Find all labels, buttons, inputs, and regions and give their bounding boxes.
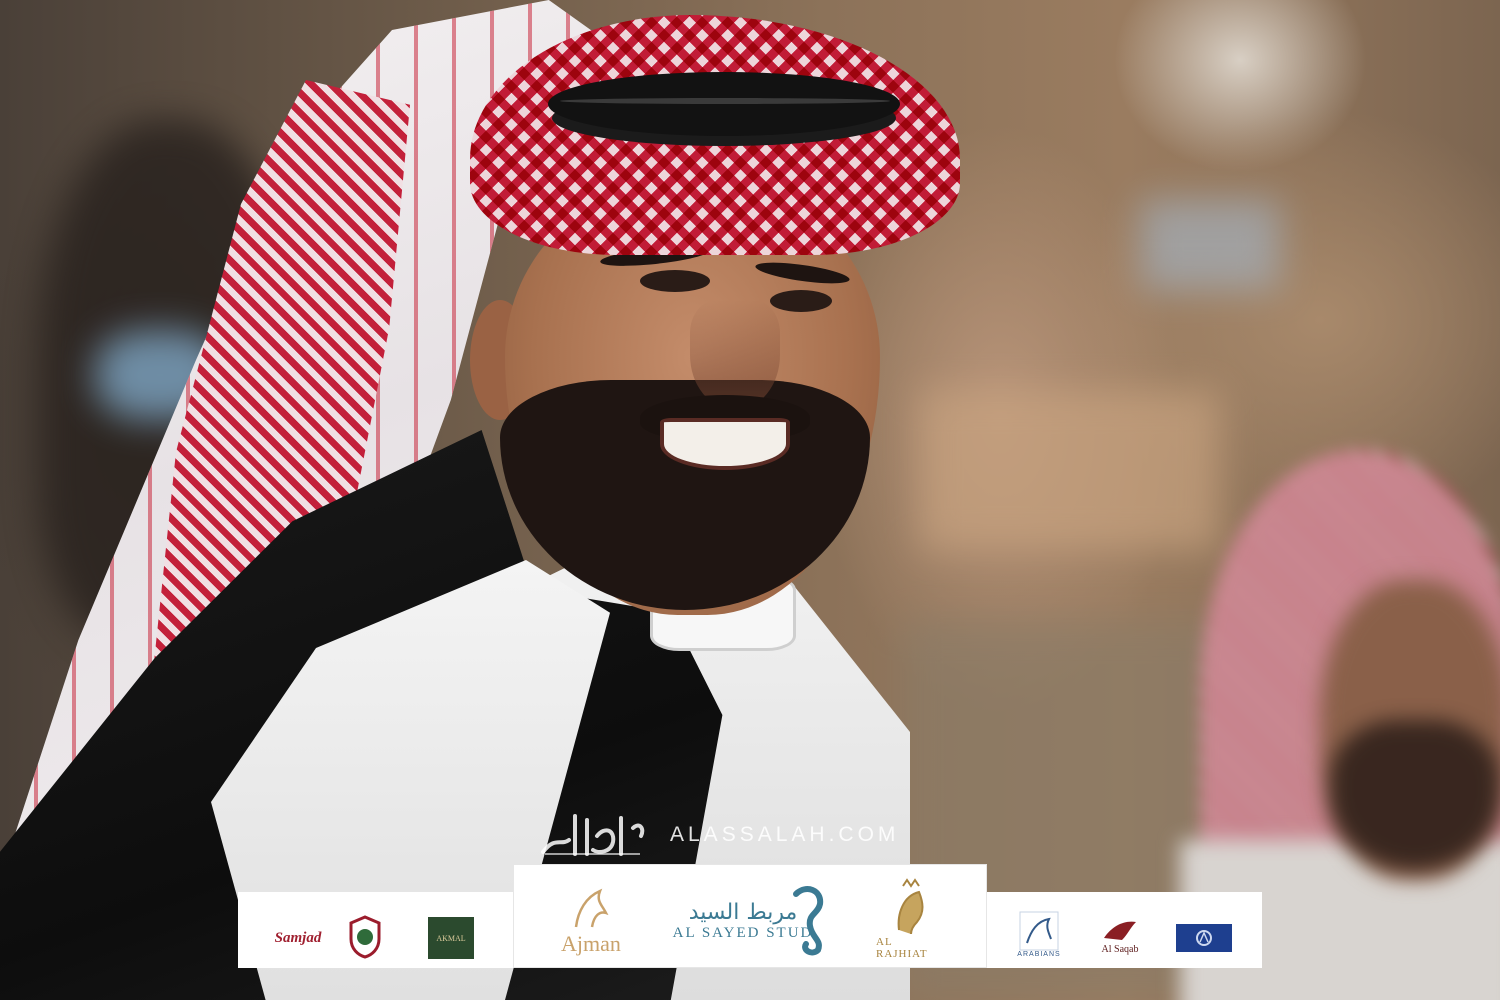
alassalah-calligraphy-icon (541, 814, 645, 856)
red-seal-emblem-icon (348, 915, 382, 959)
agal-headband (548, 72, 900, 136)
smile (660, 418, 790, 470)
seahorse-icon (793, 886, 824, 956)
al-sayed-arabic-text: مربط السيد (688, 900, 798, 925)
nose (690, 300, 780, 410)
right-eye (770, 290, 832, 312)
blue-monogram-logo (1176, 924, 1232, 952)
watermark-site: ALASSALAH.COM (670, 823, 900, 846)
ayaan-horse-icon (1019, 911, 1059, 950)
ayaan-arabians-logo: ARABIANS (1014, 906, 1064, 962)
al-saqab-logo-text: Al Saqab (1101, 943, 1139, 955)
samjad-stud-logo: Samjad (258, 915, 338, 961)
akmal-logo: AKMAL (428, 917, 474, 959)
ajman-logo-text: Ajman (561, 931, 621, 956)
al-rajhiat-english-text: AL RAJHIAT (876, 936, 928, 960)
ayaan-logo-text: ARABIANS (1017, 950, 1061, 958)
ajman-stud-logo: Ajman (556, 882, 626, 962)
akmal-logo-text: AKMAL (436, 933, 466, 943)
alassalah-watermark: ALASSALAH.COM (535, 805, 899, 865)
samjad-logo-text: Samjad (274, 929, 322, 946)
al-saqab-horse-icon (1104, 921, 1136, 940)
al-saqab-logo: Al Saqab (1092, 906, 1148, 962)
agal-highlight (560, 98, 890, 104)
left-eye (640, 270, 710, 292)
monogram-icon (1196, 930, 1212, 946)
ajman-horse-icon (574, 888, 609, 928)
horse-crown-icon (897, 878, 924, 935)
al-rajhiat-logo: AL RAJHIAT (876, 874, 946, 964)
